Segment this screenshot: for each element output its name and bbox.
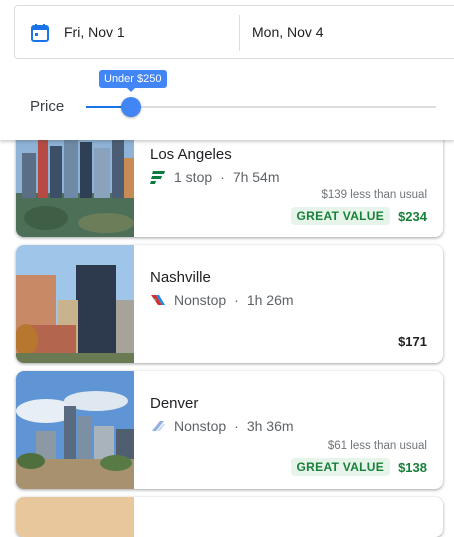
destination-city: Los Angeles: [150, 146, 232, 163]
separator-dot: ·: [220, 169, 225, 185]
price-saving-note: $139 less than usual: [321, 189, 428, 201]
date-range-field[interactable]: Fri, Nov 1 Mon, Nov 4: [14, 5, 454, 59]
flight-duration: 1h 26m: [246, 292, 294, 308]
separator-dot: ·: [234, 418, 239, 434]
destination-image: [16, 245, 134, 363]
frontier-airline-icon: [150, 171, 165, 184]
destination-city: Denver: [150, 395, 199, 412]
price-saving-note: $61 less than usual: [327, 440, 427, 452]
price-row: GREAT VALUE $234: [290, 207, 427, 225]
flight-info: Nonstop · 3h 36m: [150, 417, 294, 435]
return-date[interactable]: Mon, Nov 4: [252, 24, 324, 40]
destination-card-denver[interactable]: Denver Nonstop · 3h 36m $61 less than us…: [16, 371, 443, 489]
destination-image: [16, 497, 134, 537]
stops: Nonstop: [174, 292, 227, 308]
stops: Nonstop: [174, 418, 227, 434]
flight-info: 1 stop · 7h 54m: [150, 168, 280, 186]
united-airline-icon: [152, 421, 165, 431]
price-filter-label: Price: [30, 98, 65, 115]
date-divider: [239, 15, 240, 51]
great-value-badge: GREAT VALUE: [290, 458, 391, 476]
great-value-badge: GREAT VALUE: [290, 207, 391, 225]
destination-city: Nashville: [150, 269, 211, 286]
flight-duration: 7h 54m: [232, 169, 280, 185]
departure-date[interactable]: Fri, Nov 1: [64, 24, 125, 40]
flight-duration: 3h 36m: [246, 418, 294, 434]
destination-card-partial[interactable]: [16, 497, 443, 537]
price-row: GREAT VALUE $138: [290, 458, 427, 476]
price-slider-tooltip: Under $250: [99, 70, 167, 92]
destination-image: [16, 371, 134, 489]
flight-price: $171: [398, 334, 427, 349]
american-airlines-icon: [151, 295, 165, 305]
destination-card-nashville[interactable]: Nashville Nonstop · 1h 26m $171: [16, 245, 443, 363]
separator-dot: ·: [234, 292, 239, 308]
flight-info: Nonstop · 1h 26m: [150, 291, 294, 309]
calendar-icon: [31, 24, 49, 42]
flight-price: $138: [398, 459, 427, 475]
flight-price: $234: [398, 208, 427, 224]
stops: 1 stop: [174, 169, 213, 185]
price-slider-thumb[interactable]: [121, 97, 141, 117]
search-filters: Fri, Nov 1 Mon, Nov 4 Price Under $250: [0, 0, 454, 140]
